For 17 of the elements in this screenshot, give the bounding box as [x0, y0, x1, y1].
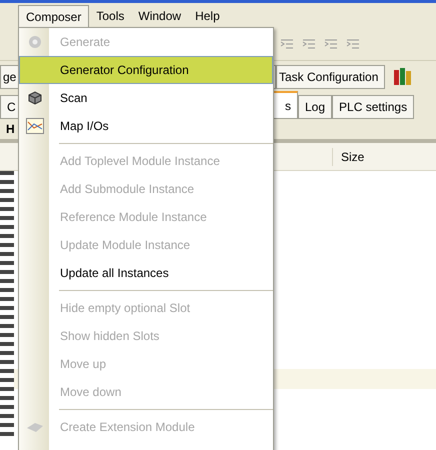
menu-bar-item[interactable]: Composer — [18, 5, 90, 27]
indent-icon[interactable] — [346, 38, 360, 50]
menu-bar-item[interactable]: Help — [188, 5, 227, 27]
indent-icon[interactable] — [280, 38, 294, 50]
chart-icon — [26, 118, 44, 134]
tab[interactable]: Task Configuration — [276, 65, 386, 89]
tab[interactable]: Log — [298, 95, 332, 119]
menu-item[interactable]: Update all Instances — [19, 259, 273, 287]
column-header[interactable]: Size — [332, 148, 400, 166]
cube-icon — [27, 90, 43, 106]
menu-bar-item[interactable]: Window — [131, 5, 188, 27]
menu-bar-item[interactable]: Tools — [89, 5, 132, 27]
tab[interactable]: PLC settings — [332, 95, 414, 119]
indent-icon[interactable] — [302, 38, 316, 50]
panel-label: H — [6, 121, 15, 138]
indent-icon[interactable] — [324, 38, 338, 50]
menu-item[interactable]: Generator Configuration — [19, 56, 273, 84]
